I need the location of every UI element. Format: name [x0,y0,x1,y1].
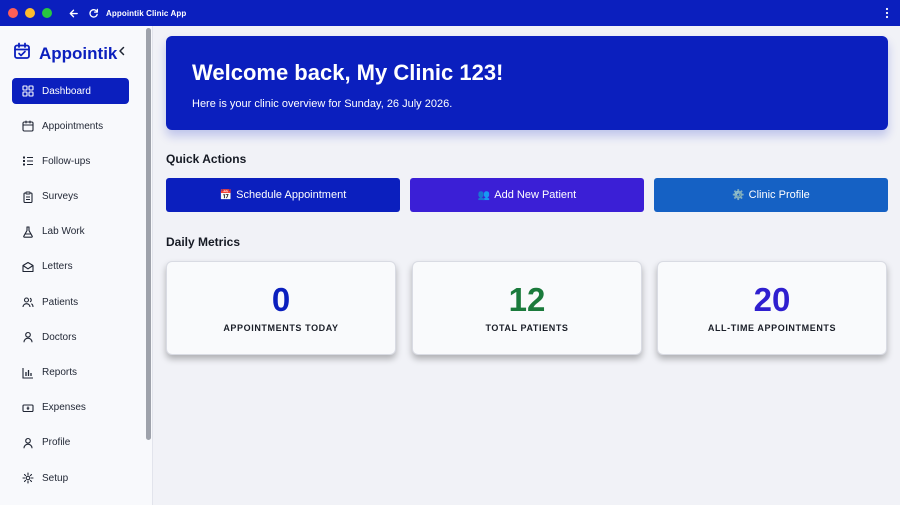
window-controls [8,8,52,18]
bar-chart-icon [22,367,33,379]
sidebar-item-label: Setup [42,472,69,484]
button-label: Clinic Profile [748,189,810,201]
money-icon [22,404,34,412]
sidebar-item-surveys[interactable]: Surveys [12,184,129,210]
button-label: Schedule Appointment [236,189,347,201]
sidebar-item-label: Letters [42,261,73,273]
sidebar-item-patients[interactable]: Patients [12,289,129,315]
metric-value: 20 [753,281,791,318]
sidebar-item-label: Lab Work [42,226,85,238]
sidebar-item-label: Profile [42,437,71,449]
metric-card-appointments-today: 0 APPOINTMENTS TODAY [166,261,396,355]
user-icon [23,437,33,449]
users-icon: 👥 [477,189,491,201]
calendar-check-icon [13,42,31,65]
metric-label: ALL-TIME APPOINTMENTS [707,323,837,333]
title-bar: Appointik Clinic App [0,0,900,26]
main-content: Welcome back, My Clinic 123! Here is you… [153,26,900,505]
user-icon [23,332,33,343]
sidebar-item-label: Reports [42,367,78,378]
sidebar-item-label: Doctors [42,331,77,343]
sidebar-item-dashboard[interactable]: Dashboard [12,78,129,104]
sidebar-item-letters[interactable]: Letters [12,254,129,280]
sidebar-item-lab-work[interactable]: Lab Work [12,219,129,245]
back-arrow-icon[interactable] [66,6,80,20]
clipboard-icon [23,191,33,203]
chevron-left-icon[interactable] [116,44,128,56]
brand[interactable]: Appointik [13,42,117,65]
sidebar-nav: Dashboard Appointments Follow-ups Survey… [12,78,129,500]
welcome-subtitle: Here is your clinic overview for Sunday,… [192,98,453,110]
sidebar-item-label: Patients [42,296,79,308]
flask-icon [23,226,33,238]
metric-label: TOTAL PATIENTS [485,323,569,333]
sidebar-item-reports[interactable]: Reports [12,360,129,386]
welcome-title: Welcome back, My Clinic 123! [192,60,504,85]
brand-name: Appointik [39,43,118,63]
clinic-profile-button[interactable]: ⚙️ Clinic Profile [654,178,888,212]
sidebar-scrollbar[interactable] [146,28,151,440]
sidebar-item-appointments[interactable]: Appointments [12,113,129,139]
quick-actions-title: Quick Actions [166,152,247,166]
daily-metrics-title: Daily Metrics [166,235,241,249]
mail-icon [22,261,34,272]
sidebar-item-doctors[interactable]: Doctors [12,324,129,350]
list-icon [23,156,33,166]
maximize-window-button[interactable] [42,8,52,18]
window-title: Appointik Clinic App [106,8,187,18]
sidebar-item-follow-ups[interactable]: Follow-ups [12,148,129,174]
grid-icon [22,85,34,97]
sidebar-item-label: Appointments [42,120,104,132]
calendar-icon [22,120,34,132]
sidebar: Appointik Dashboard Appointments Follow-… [0,26,153,505]
welcome-banner: Welcome back, My Clinic 123! Here is you… [166,36,888,130]
sidebar-item-profile[interactable]: Profile [12,430,129,456]
sidebar-item-label: Surveys [42,191,79,203]
add-new-patient-button[interactable]: 👥 Add New Patient [410,178,644,212]
more-vertical-icon[interactable] [880,6,894,20]
metric-value: 0 [271,281,291,318]
sidebar-item-label: Expenses [42,402,86,414]
minimize-window-button[interactable] [25,8,35,18]
gear-icon [22,472,34,484]
sidebar-item-setup[interactable]: Setup [12,465,129,491]
sidebar-item-label: Dashboard [42,85,91,97]
schedule-appointment-button[interactable]: 📅 Schedule Appointment [166,178,400,212]
sidebar-item-expenses[interactable]: Expenses [12,395,129,421]
gear-icon: ⚙️ [732,189,745,201]
calendar-icon: 📅 [219,189,233,201]
sidebar-item-label: Follow-ups [42,155,91,167]
close-window-button[interactable] [8,8,18,18]
users-icon [22,297,34,308]
button-label: Add New Patient [494,189,577,201]
metric-card-all-time-appointments: 20 ALL-TIME APPOINTMENTS [657,261,887,355]
metric-value: 12 [508,281,546,318]
metric-label: APPOINTMENTS TODAY [223,323,339,333]
reload-icon[interactable] [86,6,100,20]
metric-card-total-patients: 12 TOTAL PATIENTS [412,261,642,355]
